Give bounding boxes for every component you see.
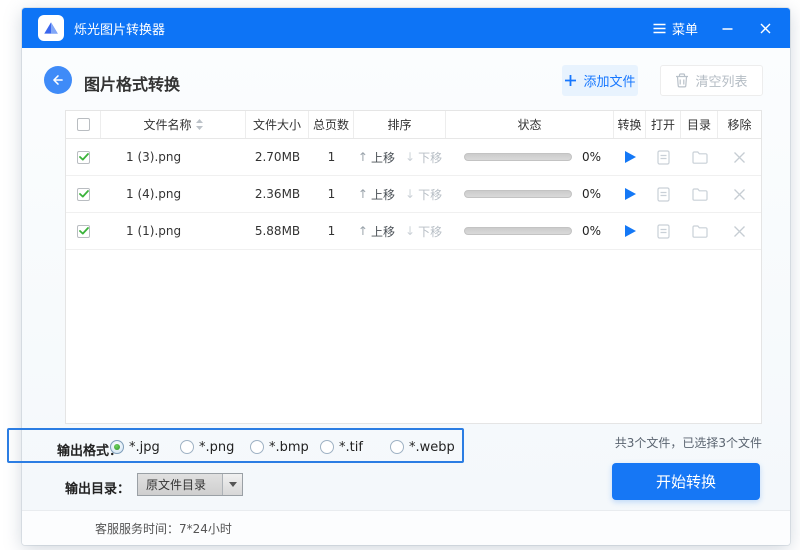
move-up-button[interactable]: ↑上移 bbox=[358, 223, 395, 240]
hamburger-icon bbox=[653, 23, 666, 34]
move-up-label: 上移 bbox=[371, 149, 395, 166]
column-remove: 移除 bbox=[718, 111, 761, 138]
clear-list-label: 清空列表 bbox=[695, 71, 747, 90]
page-count: 1 bbox=[309, 176, 354, 212]
file-name: 1 (3).png bbox=[101, 139, 246, 175]
file-name: 1 (1).png bbox=[101, 213, 246, 249]
column-file-size: 文件大小 bbox=[246, 111, 309, 138]
table-row: 1 (4).png 2.36MB 1 ↑上移 ↓下移 0% bbox=[66, 176, 761, 213]
open-directory-icon[interactable] bbox=[692, 151, 708, 164]
up-arrow-icon: ↑ bbox=[358, 224, 368, 238]
open-directory-icon[interactable] bbox=[692, 188, 708, 201]
progress-bar bbox=[464, 227, 572, 235]
table-header: 文件名称 文件大小 总页数 排序 状态 转换 打开 目录 移除 bbox=[66, 111, 761, 139]
output-dir-label: 输出目录： bbox=[65, 478, 130, 497]
remove-icon[interactable] bbox=[733, 188, 746, 201]
column-convert: 转换 bbox=[614, 111, 646, 138]
open-file-icon[interactable] bbox=[657, 187, 670, 202]
progress-percent: 0% bbox=[582, 150, 601, 164]
column-total-pages: 总页数 bbox=[309, 111, 354, 138]
file-size: 2.36MB bbox=[246, 176, 309, 212]
convert-play-button[interactable] bbox=[625, 151, 636, 163]
titlebar: 烁光图片转换器 菜单 bbox=[22, 8, 790, 48]
file-table: 文件名称 文件大小 总页数 排序 状态 转换 打开 目录 移除 bbox=[65, 110, 762, 424]
row-checkbox-checked[interactable] bbox=[77, 151, 90, 164]
row-checkbox-checked[interactable] bbox=[77, 188, 90, 201]
dropdown-arrow-button[interactable] bbox=[222, 474, 242, 495]
plus-icon bbox=[564, 74, 577, 87]
app-window: 烁光图片转换器 菜单 bbox=[22, 8, 790, 545]
remove-icon[interactable] bbox=[733, 151, 746, 164]
clear-list-button[interactable]: 清空列表 bbox=[660, 65, 763, 96]
menu-label: 菜单 bbox=[672, 19, 698, 38]
move-down-button[interactable]: ↓下移 bbox=[405, 186, 442, 203]
progress-bar bbox=[464, 190, 572, 198]
output-dir-value: 原文件目录 bbox=[138, 476, 222, 493]
column-file-name[interactable]: 文件名称 bbox=[101, 111, 246, 138]
column-file-name-label: 文件名称 bbox=[143, 116, 191, 133]
down-arrow-icon: ↓ bbox=[405, 150, 415, 164]
start-convert-button[interactable]: 开始转换 bbox=[612, 463, 760, 500]
service-hours-text: 客服服务时间：7*24小时 bbox=[95, 520, 232, 537]
file-size: 5.88MB bbox=[246, 213, 309, 249]
progress-percent: 0% bbox=[582, 224, 601, 238]
column-directory: 目录 bbox=[681, 111, 718, 138]
page: 烁光图片转换器 菜单 bbox=[0, 0, 800, 550]
output-dir-dropdown[interactable]: 原文件目录 bbox=[137, 473, 243, 496]
sort-icon bbox=[196, 119, 203, 130]
move-down-label: 下移 bbox=[418, 149, 442, 166]
page-count: 1 bbox=[309, 213, 354, 249]
convert-play-button[interactable] bbox=[625, 225, 636, 237]
move-down-button[interactable]: ↓下移 bbox=[405, 149, 442, 166]
minimize-button[interactable] bbox=[718, 19, 736, 37]
menu-button[interactable]: 菜单 bbox=[653, 19, 698, 38]
move-up-label: 上移 bbox=[371, 223, 395, 240]
close-button[interactable] bbox=[756, 19, 774, 37]
column-status: 状态 bbox=[446, 111, 614, 138]
down-arrow-icon: ↓ bbox=[405, 187, 415, 201]
remove-icon[interactable] bbox=[733, 225, 746, 238]
row-checkbox-checked[interactable] bbox=[77, 225, 90, 238]
footer-bar: 客服服务时间：7*24小时 bbox=[22, 510, 790, 545]
move-up-button[interactable]: ↑上移 bbox=[358, 149, 395, 166]
files-summary: 共3个文件，已选择3个文件 bbox=[615, 434, 762, 451]
progress-bar bbox=[464, 153, 572, 161]
move-down-button[interactable]: ↓下移 bbox=[405, 223, 442, 240]
up-arrow-icon: ↑ bbox=[358, 187, 368, 201]
open-directory-icon[interactable] bbox=[692, 225, 708, 238]
back-button[interactable] bbox=[44, 66, 72, 94]
file-name: 1 (4).png bbox=[101, 176, 246, 212]
chevron-down-icon bbox=[229, 482, 237, 487]
app-title: 烁光图片转换器 bbox=[74, 19, 165, 38]
column-open: 打开 bbox=[646, 111, 681, 138]
up-arrow-icon: ↑ bbox=[358, 150, 368, 164]
open-file-icon[interactable] bbox=[657, 224, 670, 239]
column-sort: 排序 bbox=[354, 111, 446, 138]
move-up-button[interactable]: ↑上移 bbox=[358, 186, 395, 203]
table-row: 1 (3).png 2.70MB 1 ↑上移 ↓下移 0% bbox=[66, 139, 761, 176]
convert-play-button[interactable] bbox=[625, 188, 636, 200]
open-file-icon[interactable] bbox=[657, 150, 670, 165]
move-down-label: 下移 bbox=[418, 223, 442, 240]
trash-icon bbox=[675, 73, 689, 88]
page-count: 1 bbox=[309, 139, 354, 175]
add-files-button[interactable]: 添加文件 bbox=[562, 65, 638, 96]
down-arrow-icon: ↓ bbox=[405, 224, 415, 238]
output-format-highlight-box bbox=[7, 428, 464, 463]
move-down-label: 下移 bbox=[418, 186, 442, 203]
progress-percent: 0% bbox=[582, 187, 601, 201]
add-files-label: 添加文件 bbox=[583, 71, 635, 90]
page-title: 图片格式转换 bbox=[84, 71, 180, 95]
select-all-checkbox[interactable] bbox=[77, 118, 90, 131]
app-logo-icon bbox=[38, 15, 64, 41]
file-size: 2.70MB bbox=[246, 139, 309, 175]
move-up-label: 上移 bbox=[371, 186, 395, 203]
table-row: 1 (1).png 5.88MB 1 ↑上移 ↓下移 0% bbox=[66, 213, 761, 250]
